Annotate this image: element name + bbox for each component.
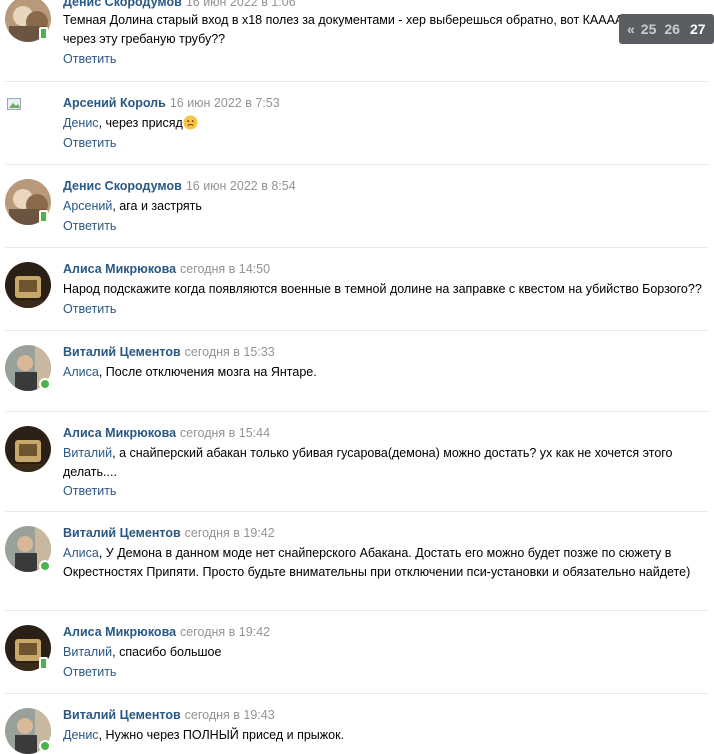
reply-link[interactable]: Ответить <box>63 484 116 498</box>
reply-link[interactable]: Ответить <box>63 136 116 150</box>
reply-link[interactable]: Ответить <box>63 219 116 233</box>
separator <box>5 693 708 694</box>
comment-text: Народ подскажите когда появляются военны… <box>63 282 702 296</box>
pager-current-page: 27 <box>689 21 706 37</box>
comment-text: Темная Долина старый вход в х18 полез за… <box>63 13 694 46</box>
comment-author[interactable]: Арсений Король <box>63 96 166 110</box>
pager-page-26[interactable]: 26 <box>664 21 680 37</box>
comment-date[interactable]: сегодня в 15:44 <box>180 426 270 440</box>
comment-date[interactable]: сегодня в 19:43 <box>185 708 275 722</box>
comment-date[interactable]: сегодня в 19:42 <box>180 625 270 639</box>
mention-link[interactable]: Виталий <box>63 446 112 460</box>
comment-author[interactable]: Алиса Микрюкова <box>63 625 176 639</box>
comment-date[interactable]: сегодня в 14:50 <box>180 262 270 276</box>
separator <box>5 81 708 82</box>
online-mobile-icon <box>39 657 48 670</box>
mention-link[interactable]: Денис <box>63 116 99 130</box>
comment-author[interactable]: Виталий Цементов <box>63 526 181 540</box>
online-status-icon <box>39 378 51 390</box>
separator <box>5 164 708 165</box>
online-status-icon <box>39 560 51 572</box>
comment-author[interactable]: Алиса Микрюкова <box>63 426 176 440</box>
mention-link[interactable]: Виталий <box>63 645 112 659</box>
mention-link[interactable]: Алиса <box>63 365 99 379</box>
comment-text: Денис, через присяд <box>63 114 703 133</box>
comment-text: Алиса, После отключения мозга на Янтаре. <box>63 365 317 379</box>
separator <box>5 511 708 512</box>
separator <box>5 610 708 611</box>
comment-date[interactable]: 16 июн 2022 в 7:53 <box>170 96 280 110</box>
separator <box>5 247 708 248</box>
avatar[interactable] <box>5 262 51 308</box>
separator <box>5 330 708 331</box>
comment-date[interactable]: 16 июн 2022 в 8:54 <box>186 179 296 193</box>
broken-image-icon <box>7 98 21 110</box>
reply-link[interactable]: Ответить <box>63 302 116 316</box>
reply-link[interactable]: Ответить <box>63 52 116 66</box>
pager-page-25[interactable]: 25 <box>641 21 657 37</box>
pager-prev-button[interactable]: « <box>627 21 635 37</box>
avatar[interactable] <box>5 426 51 472</box>
mention-link[interactable]: Алиса <box>63 546 99 560</box>
separator <box>5 411 708 412</box>
online-mobile-icon <box>39 27 48 40</box>
comment-text: Денис, Нужно через ПОЛНЫЙ присед и прыжо… <box>63 728 345 742</box>
comment-author[interactable]: Денис Скородумов <box>63 179 182 193</box>
mention-link[interactable]: Арсений <box>63 199 112 213</box>
comment-author[interactable]: Алиса Микрюкова <box>63 262 176 276</box>
comment-author[interactable]: Виталий Цементов <box>63 345 181 359</box>
online-status-icon <box>39 740 51 752</box>
comment-text: Алиса, У Демона в данном моде нет снайпе… <box>63 546 691 579</box>
smiley-emoji-icon <box>183 115 198 130</box>
online-mobile-icon <box>39 210 48 223</box>
comment-text: Виталий, а снайперский абакан только уби… <box>63 446 673 479</box>
comment-date[interactable]: сегодня в 15:33 <box>185 345 275 359</box>
comment-date[interactable]: 16 июн 2022 в 1:06 <box>186 0 296 9</box>
comment-text: Арсений, ага и застрять <box>63 199 202 213</box>
mention-link[interactable]: Денис <box>63 728 99 742</box>
pagination: « 25 26 27 <box>619 14 714 44</box>
comment-author[interactable]: Денис Скородумов <box>63 0 182 9</box>
reply-link[interactable]: Ответить <box>63 665 116 679</box>
comment-author[interactable]: Виталий Цементов <box>63 708 181 722</box>
comment-text: Виталий, спасибо большое <box>63 645 222 659</box>
comment-date[interactable]: сегодня в 19:42 <box>185 526 275 540</box>
